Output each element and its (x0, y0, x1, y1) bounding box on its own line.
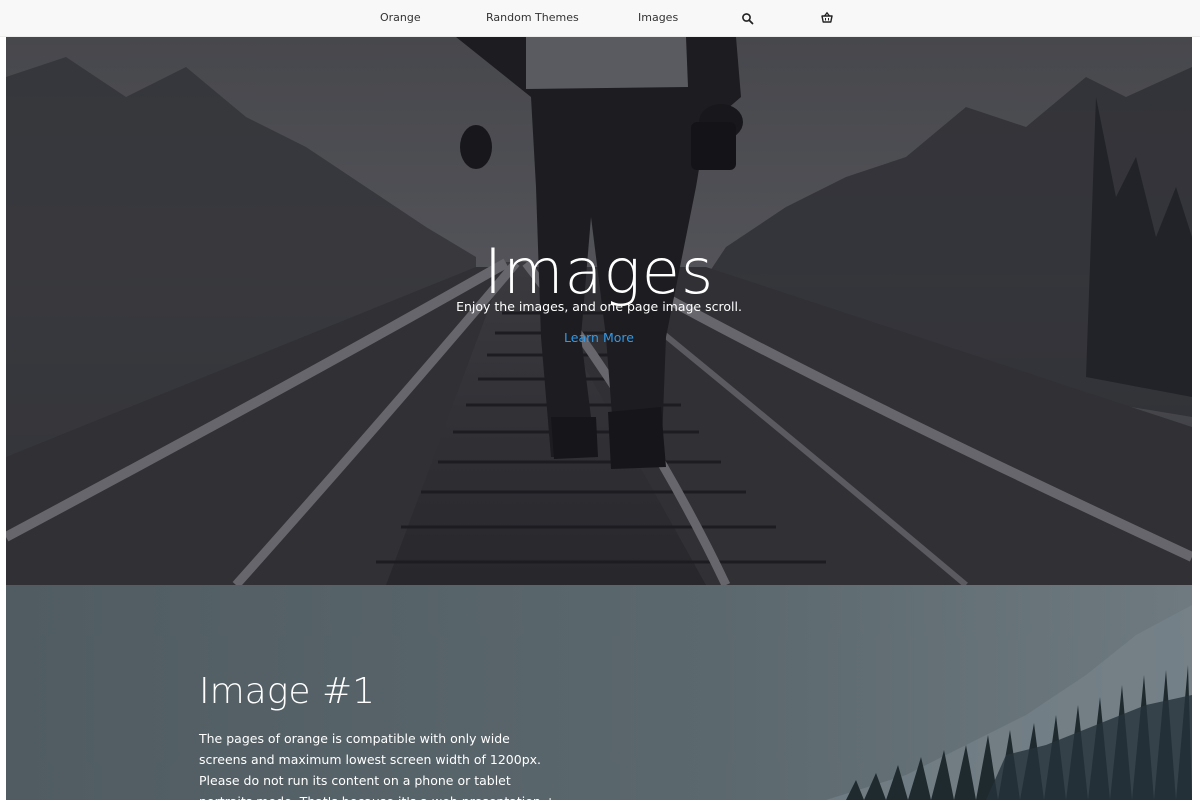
hero-title: Images (483, 235, 715, 308)
section-heading: Image #1 (199, 671, 376, 712)
page-edge (1192, 37, 1200, 800)
section-background-image (6, 585, 1192, 800)
image-section: Image #1 The pages of orange is compatib… (6, 585, 1192, 800)
nav-item-random-themes[interactable]: Random Themes (486, 11, 579, 24)
learn-more-link[interactable]: Learn More (6, 330, 1192, 345)
nav-item-images[interactable]: Images (638, 11, 678, 24)
search-icon[interactable] (741, 11, 755, 25)
basket-icon[interactable] (820, 10, 834, 24)
section-body-text: The pages of orange is compatible with o… (199, 731, 555, 800)
nav-item-orange[interactable]: Orange (380, 11, 421, 24)
top-navigation: Orange Random Themes Images (0, 0, 1200, 37)
hero-section: Images Enjoy the images, and one page im… (6, 37, 1192, 585)
hero-subtitle: Enjoy the images, and one page image scr… (456, 299, 742, 314)
